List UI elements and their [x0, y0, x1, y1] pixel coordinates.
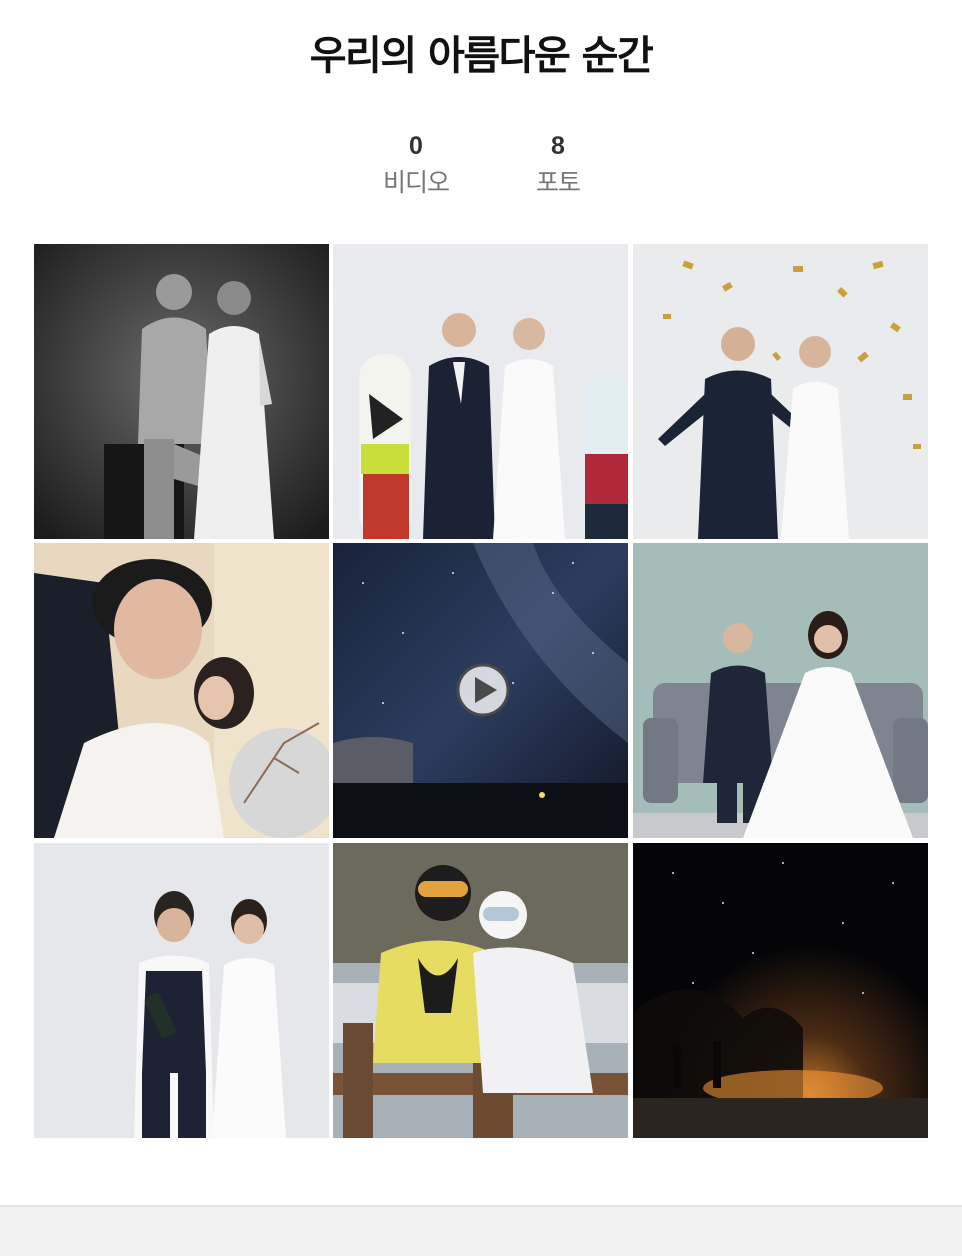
gallery-item-2[interactable] [333, 244, 628, 539]
gallery-page: 우리의 아름다운 순간 0 비디오 8 포토 [0, 0, 962, 1256]
gallery-item-7[interactable] [34, 843, 329, 1138]
video-stat[interactable]: 0 비디오 [356, 128, 476, 202]
selfie-photo-icon [34, 543, 329, 838]
video-label: 비디오 [382, 168, 450, 197]
page-title: 우리의 아름다운 순간 [309, 33, 654, 79]
photo-count: 8 [551, 132, 565, 160]
photo-stat[interactable]: 8 포토 [498, 128, 618, 202]
gallery-item-5[interactable] [333, 543, 628, 838]
snowboard-studio-photo-icon [333, 244, 628, 539]
photo-grid [34, 244, 928, 1138]
footer-bar [0, 1205, 962, 1256]
milky-way-video-icon [333, 543, 628, 838]
gallery-item-3[interactable] [633, 244, 928, 539]
night-sky-photo-icon [633, 843, 928, 1138]
gallery-item-9[interactable] [633, 843, 928, 1138]
sofa-photo-icon [633, 543, 928, 838]
video-count: 0 [409, 132, 423, 160]
gallery-item-8[interactable] [333, 843, 628, 1138]
gallery-item-4[interactable] [34, 543, 329, 838]
media-stats: 0 비디오 8 포토 [0, 128, 962, 208]
ski-slope-photo-icon [333, 843, 628, 1138]
champagne-photo-icon [34, 843, 329, 1138]
bw-studio-photo-icon [34, 244, 329, 539]
gallery-item-6[interactable] [633, 543, 928, 838]
photo-label: 포토 [535, 168, 581, 197]
confetti-photo-icon [633, 244, 928, 539]
gallery-item-1[interactable] [34, 244, 329, 539]
